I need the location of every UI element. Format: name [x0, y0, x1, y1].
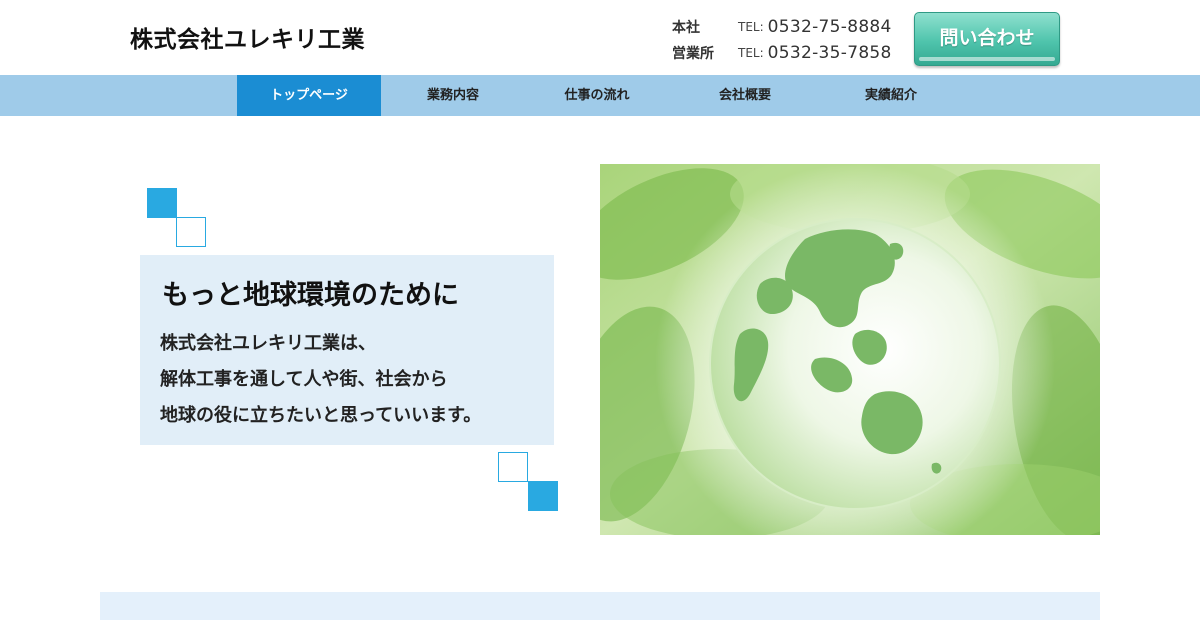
contact-button[interactable]: 問い合わせ	[914, 12, 1060, 66]
nav-item-works[interactable]: 実績紹介	[821, 75, 961, 116]
hero-message-box: もっと地球環境のために 株式会社ユレキリ工業は、 解体工事を通して人や街、社会か…	[140, 255, 554, 445]
tel-prefix: TEL:	[738, 46, 764, 60]
decor-square-outline	[498, 452, 528, 482]
contact-info: 本社 TEL: 0532-75-8884 営業所 TEL: 0532-35-78…	[672, 14, 892, 66]
site-header: 株式会社ユレキリ工業 本社 TEL: 0532-75-8884 営業所 TEL:…	[0, 0, 1200, 75]
office-label: 本社	[672, 20, 700, 36]
contact-row-sales-office: 営業所 TEL: 0532-35-7858	[672, 40, 892, 66]
nav-item-company[interactable]: 会社概要	[669, 75, 821, 116]
contact-row-head-office: 本社 TEL: 0532-75-8884	[672, 14, 892, 40]
hero-title: もっと地球環境のために	[162, 280, 459, 311]
nav-item-top[interactable]: トップページ	[237, 75, 381, 116]
globe-illustration	[600, 164, 1100, 535]
office-label: 営業所	[672, 46, 714, 62]
next-section-band	[100, 592, 1100, 620]
decor-square-filled	[147, 188, 177, 218]
phone-number[interactable]: 0532-35-7858	[768, 43, 892, 63]
nav-item-services[interactable]: 業務内容	[381, 75, 525, 116]
phone-number[interactable]: 0532-75-8884	[768, 17, 892, 37]
hero-text-line: 地球の役に立ちたいと思っていいます。	[160, 405, 482, 426]
main-nav: トップページ 業務内容 仕事の流れ 会社概要 実績紹介	[0, 75, 1200, 116]
hero-text-line: 株式会社ユレキリ工業は、	[160, 333, 376, 354]
company-logo-text[interactable]: 株式会社ユレキリ工業	[130, 20, 365, 54]
decor-square-outline	[176, 217, 206, 247]
hero-text-line: 解体工事を通して人や街、社会から	[160, 369, 448, 390]
tel-prefix: TEL:	[738, 20, 764, 34]
button-highlight	[919, 57, 1055, 61]
decor-square-filled	[528, 481, 558, 511]
contact-button-label: 問い合わせ	[939, 27, 1035, 49]
nav-item-workflow[interactable]: 仕事の流れ	[525, 75, 669, 116]
globe-leaves-image	[600, 164, 1100, 535]
